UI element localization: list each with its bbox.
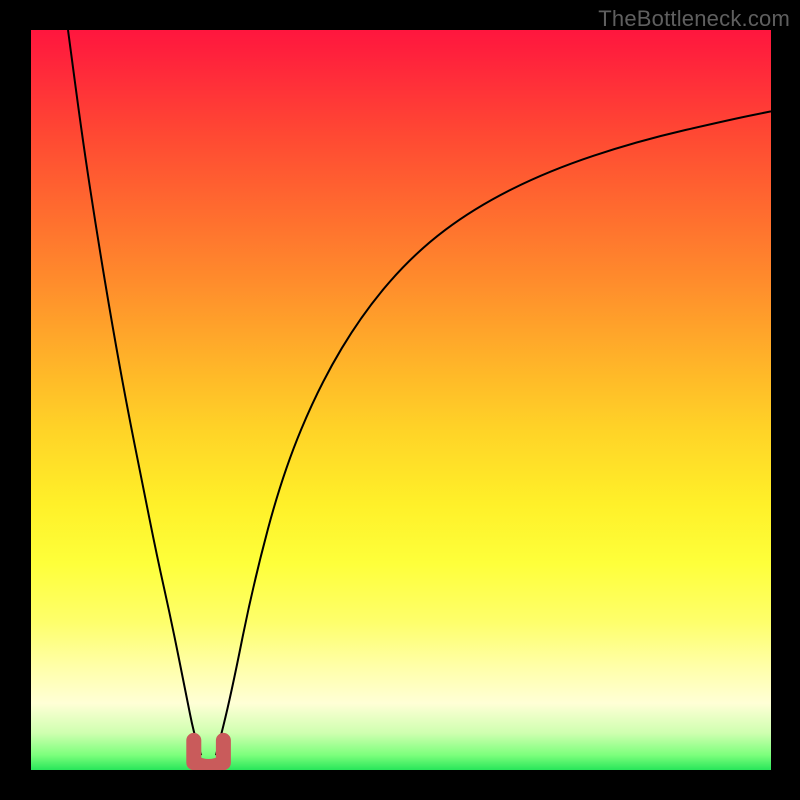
watermark-text: TheBottleneck.com (598, 6, 790, 32)
curve-right-branch (216, 111, 771, 755)
curve-left-branch (68, 30, 201, 755)
optimal-marker (194, 740, 224, 766)
plot-area (31, 30, 771, 770)
plot-svg (31, 30, 771, 770)
chart-frame: TheBottleneck.com (0, 0, 800, 800)
